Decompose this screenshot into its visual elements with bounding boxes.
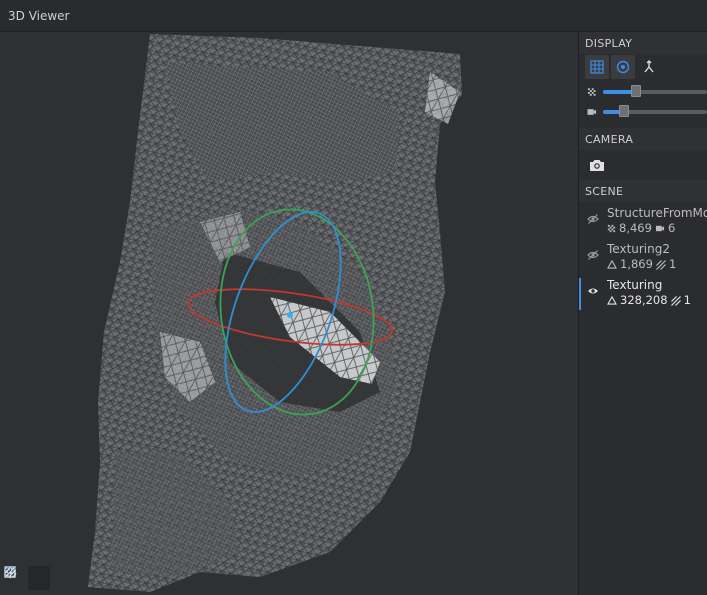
triangle-icon [607, 296, 617, 305]
points-icon [607, 224, 616, 233]
camera-count: 6 [667, 221, 676, 235]
texture-count: 1 [668, 257, 677, 271]
target-icon [616, 60, 630, 74]
scene-item-texturing2[interactable]: Texturing2 1,869 1 [579, 240, 707, 276]
display-section-title: DISPLAY [579, 32, 707, 54]
point-count: 8,469 [619, 221, 652, 235]
viewport-settings-button[interactable] [5, 566, 98, 590]
camera-small-icon [655, 225, 664, 232]
eye-off-icon[interactable] [587, 213, 599, 225]
scene-item-stats: 328,208 1 [607, 293, 707, 308]
camera-icon [590, 160, 604, 171]
scene-item-stats: 8,469 6 [607, 221, 707, 236]
point-size-slider[interactable] [602, 85, 707, 97]
camera-scale-slider[interactable] [602, 105, 707, 117]
wireframe-view-button[interactable] [4, 566, 50, 590]
scene-item-name: StructureFromMotion [607, 206, 707, 220]
mesh-render [88, 34, 462, 592]
scene-item-texturing[interactable]: Texturing 328,208 1 [579, 276, 707, 312]
selection-marker [579, 278, 581, 310]
grid-icon [590, 60, 604, 74]
texture-icon [656, 259, 666, 270]
grid-toggle-button[interactable] [585, 55, 609, 79]
target-toggle-button[interactable] [611, 55, 635, 79]
scene-item-name: Texturing2 [607, 242, 670, 256]
eye-off-icon[interactable] [587, 249, 599, 261]
textured-view-button[interactable] [4, 566, 74, 590]
camera-small-icon [587, 109, 597, 115]
triangle-count: 328,208 [620, 293, 668, 307]
scene-item-name: Texturing [607, 278, 663, 292]
window-title: 3D Viewer [8, 9, 70, 23]
settings-gear-icon [5, 567, 17, 579]
scene-item-structurefrommotion[interactable]: StructureFromMotion 8,469 6 [579, 204, 707, 240]
display-buttons [579, 54, 707, 80]
scene-item-stats: 1,869 1 [607, 257, 707, 272]
points-icon [587, 88, 596, 96]
split-icon [644, 60, 654, 73]
texture-icon [670, 295, 681, 306]
camera-section-title: CAMERA [579, 128, 707, 150]
split-toggle-button[interactable] [637, 55, 661, 79]
eye-icon[interactable] [587, 285, 599, 297]
point-size-row [579, 82, 707, 102]
viewport-toolbar [4, 566, 98, 594]
triangle-icon [607, 260, 617, 269]
side-panel: DISPLAY CAMERA SCENE StructureFromM 8,46… [578, 32, 707, 595]
scene-section-title: SCENE [579, 180, 707, 202]
window-titlebar: 3D Viewer [0, 0, 707, 32]
3d-viewport[interactable] [0, 32, 578, 595]
camera-scale-row [579, 102, 707, 122]
texture-count: 1 [683, 293, 691, 307]
camera-capture-button[interactable] [585, 153, 609, 177]
triangle-count: 1,869 [620, 257, 653, 271]
